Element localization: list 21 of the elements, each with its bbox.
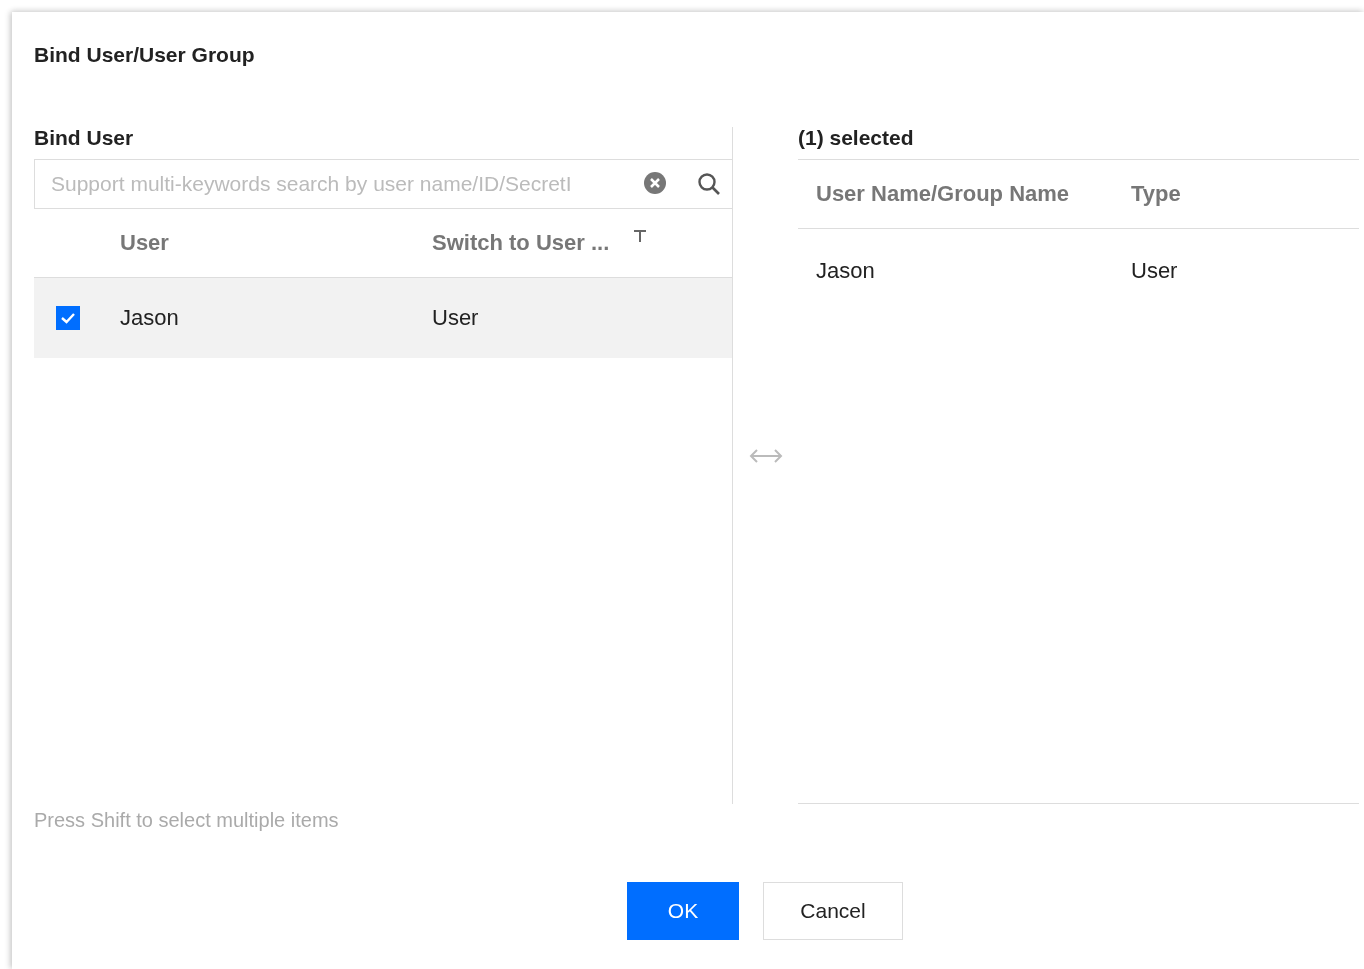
search-field[interactable]: Support multi-keywords search by user name/ID/SecretI (34, 159, 733, 209)
table-cell: User (1131, 258, 1178, 284)
search-icon[interactable] (697, 172, 721, 196)
column-header: Type (1131, 181, 1181, 207)
column-header: User (120, 230, 170, 256)
table-cell-text: Jason (816, 258, 876, 284)
table-cell-text: Jason (120, 305, 180, 331)
table-row[interactable]: Jason User (34, 278, 732, 358)
clear-icon[interactable] (644, 172, 666, 194)
ok-button[interactable]: OK (627, 882, 739, 940)
table-cell: User (432, 305, 479, 331)
checkbox[interactable] (56, 306, 80, 330)
swap-arrows-icon (748, 447, 783, 464)
panel-title: Bind User (34, 127, 135, 149)
cancel-button[interactable]: Cancel (763, 882, 903, 940)
column-header: Switch to User ... (432, 230, 610, 256)
column-header: User Name/Group Name (816, 181, 1071, 207)
filter-icon[interactable] (633, 229, 648, 243)
panel-title: (1) selected (798, 127, 915, 149)
dialog-title: Bind User/User Group (34, 42, 256, 68)
hint-text: Press Shift to select multiple items (34, 809, 340, 832)
